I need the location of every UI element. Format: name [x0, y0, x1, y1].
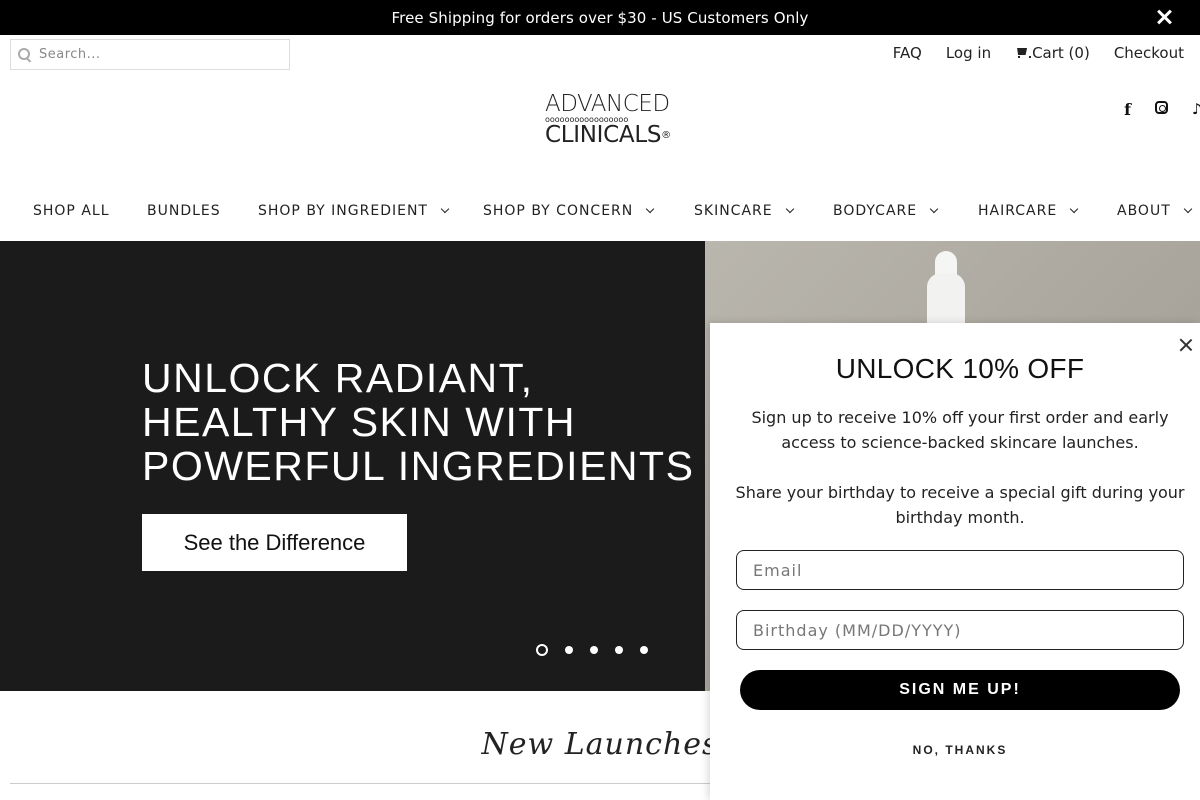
chevron-down-icon	[1183, 204, 1193, 214]
nav-label: HAIRCARE	[978, 203, 1058, 219]
checkout-link[interactable]: Checkout	[1114, 44, 1184, 62]
sign-me-up-button[interactable]: SIGN ME UP!	[740, 670, 1180, 710]
nav-item-shop-by-concern[interactable]: SHOP BY CONCERN	[483, 203, 655, 219]
chevron-down-icon	[1069, 204, 1079, 214]
logo-line2-text: CLINICALS	[545, 122, 662, 148]
chevron-down-icon	[440, 204, 450, 214]
see-the-difference-button[interactable]: See the Difference	[142, 514, 407, 571]
hero-title-line: POWERFUL INGREDIENTS	[142, 443, 695, 489]
hero-title-line: HEALTHY SKIN WITH	[142, 399, 577, 445]
nav-label: SHOP BY INGREDIENT	[258, 203, 428, 219]
hero-panel: UNLOCK RADIANT, HEALTHY SKIN WITH POWERF…	[0, 241, 705, 691]
nav-item-skincare[interactable]: SKINCARE	[694, 203, 794, 219]
nav-item-shop-by-ingredient[interactable]: SHOP BY INGREDIENT	[258, 203, 450, 219]
nav-label: BUNDLES	[147, 203, 221, 219]
social-links: f ♪	[1124, 100, 1200, 119]
signup-popup: UNLOCK 10% OFF Sign up to receive 10% of…	[710, 323, 1200, 800]
search-icon	[17, 47, 33, 63]
logo-line1: ADVANCED	[545, 91, 670, 117]
search-box[interactable]	[10, 39, 290, 70]
search-input[interactable]	[39, 47, 279, 62]
email-field[interactable]	[736, 550, 1184, 590]
announcement-bar: Free Shipping for orders over $30 - US C…	[0, 0, 1200, 35]
slider-dot-4[interactable]	[615, 646, 623, 654]
nav-item-about[interactable]: ABOUT	[1117, 203, 1193, 219]
nav-item-shop-all[interactable]: SHOP ALL	[33, 203, 110, 219]
slider-dot-3[interactable]	[590, 646, 598, 654]
popup-title: UNLOCK 10% OFF	[835, 353, 1085, 384]
nav-label: SHOP ALL	[33, 203, 110, 219]
slider-dot-2[interactable]	[565, 646, 573, 654]
facebook-icon[interactable]: f	[1124, 100, 1131, 119]
nav-item-haircare[interactable]: HAIRCARE	[978, 203, 1079, 219]
cart-icon	[1015, 47, 1032, 58]
slider-dot-1[interactable]	[536, 644, 548, 656]
nav-label: SKINCARE	[694, 203, 773, 219]
faq-link[interactable]: FAQ	[893, 44, 922, 62]
logo-reg-mark: ®	[661, 130, 671, 141]
birthday-field[interactable]	[736, 610, 1184, 650]
nav-label: ABOUT	[1117, 203, 1171, 219]
nav-item-bodycare[interactable]: BODYCARE	[833, 203, 939, 219]
chevron-down-icon	[929, 204, 939, 214]
nav-label: SHOP BY CONCERN	[483, 203, 634, 219]
slider-dots	[536, 644, 648, 656]
announcement-text: Free Shipping for orders over $30 - US C…	[391, 8, 809, 27]
popup-description: Sign up to receive 10% off your first or…	[751, 408, 1169, 452]
close-icon[interactable]	[1154, 7, 1174, 27]
cart-link[interactable]: Cart (0)	[1015, 44, 1090, 62]
main-nav: SHOP ALL BUNDLES SHOP BY INGREDIENT SHOP…	[0, 200, 1200, 224]
nav-label: BODYCARE	[833, 203, 918, 219]
tiktok-icon[interactable]: ♪	[1192, 100, 1200, 119]
no-thanks-button[interactable]: NO, THANKS	[710, 743, 1200, 757]
chevron-down-icon	[785, 204, 794, 214]
hero-title-line: UNLOCK RADIANT,	[142, 355, 534, 401]
hero-title: UNLOCK RADIANT, HEALTHY SKIN WITH POWERF…	[142, 355, 695, 489]
close-icon[interactable]	[1178, 337, 1194, 353]
slider-dot-5[interactable]	[640, 646, 648, 654]
login-link[interactable]: Log in	[946, 44, 991, 62]
popup-birthday-description: Share your birthday to receive a special…	[735, 483, 1185, 527]
chevron-down-icon	[646, 204, 655, 214]
logo-line2: CLINICALS®	[545, 124, 700, 147]
instagram-icon[interactable]	[1155, 101, 1168, 114]
utility-nav: FAQ Log in Cart (0) Checkout	[893, 44, 1184, 62]
cart-label: Cart (0)	[1032, 44, 1090, 62]
site-logo[interactable]: ADVANCED ooooooooooooooooo CLINICALS®	[545, 93, 700, 149]
nav-item-bundles[interactable]: BUNDLES	[147, 203, 221, 219]
